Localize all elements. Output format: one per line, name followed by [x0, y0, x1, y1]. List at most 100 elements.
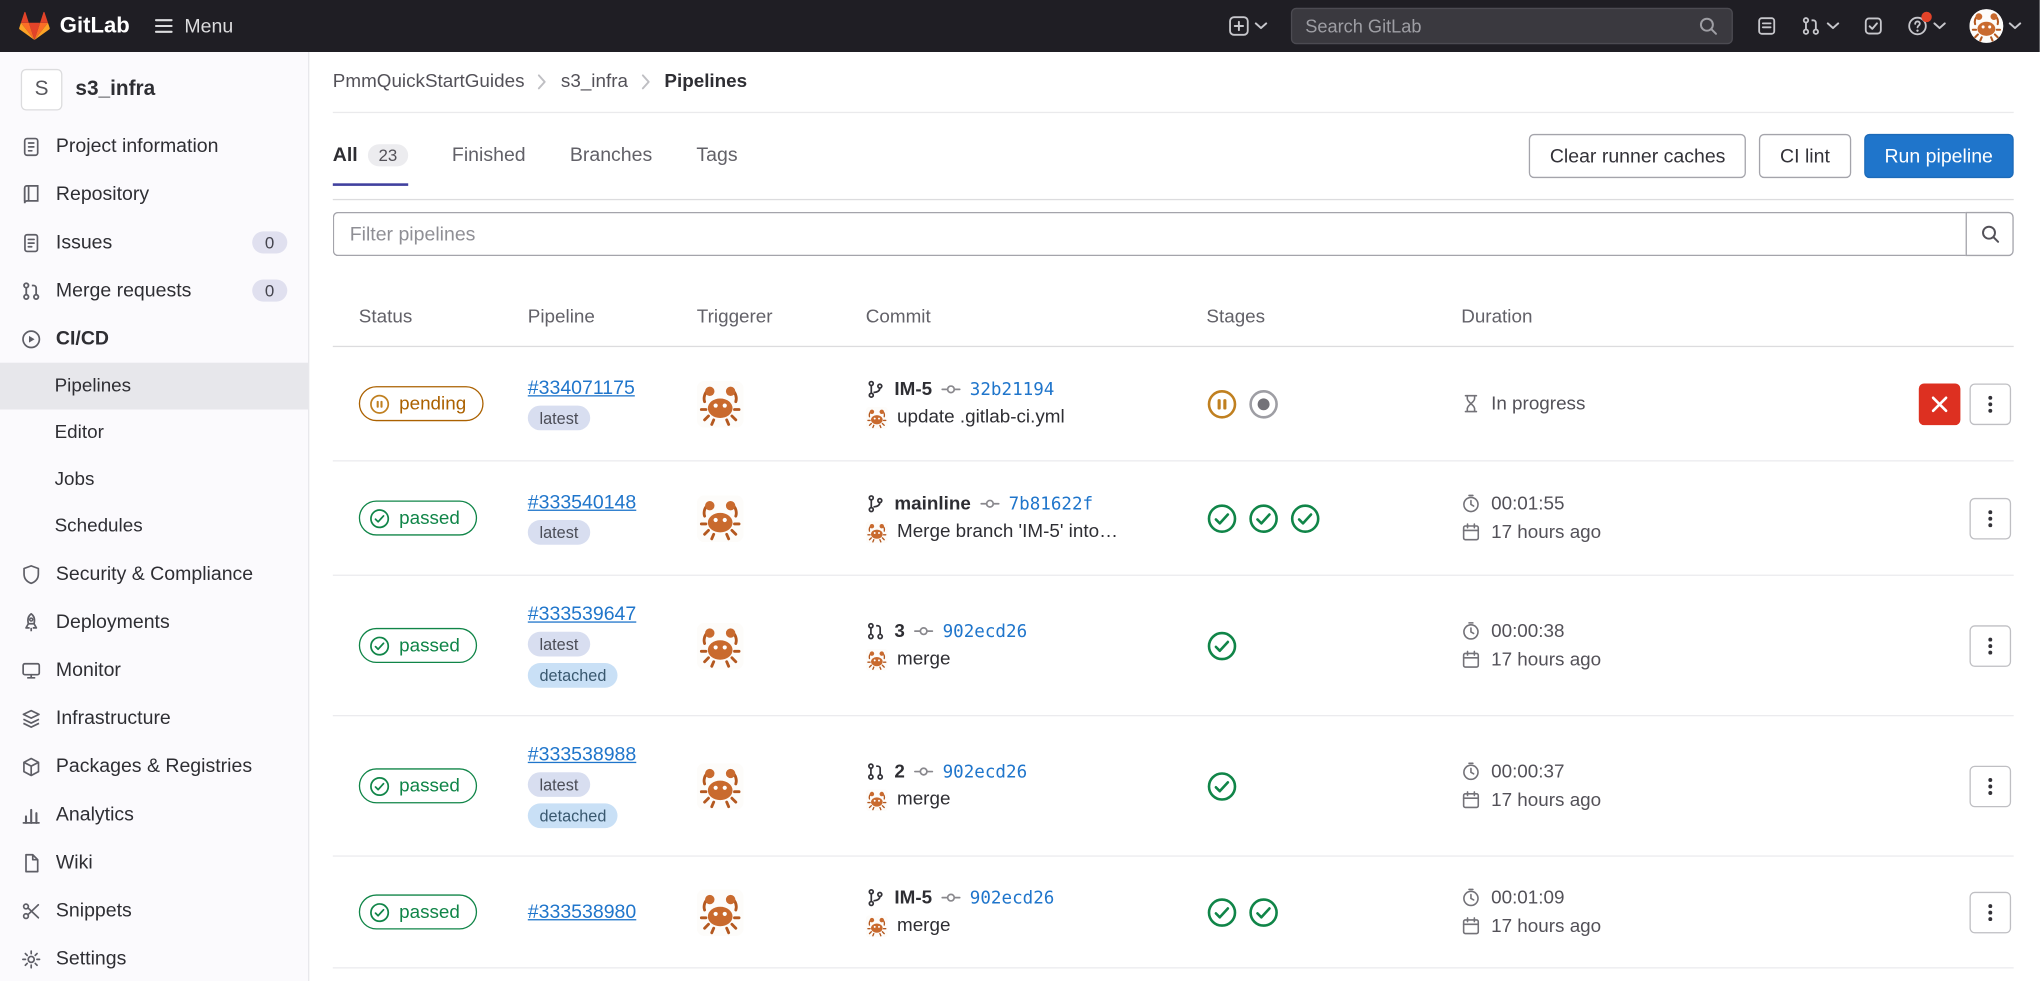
user-menu-button[interactable] — [1969, 9, 2021, 43]
sidebar-item-repository[interactable]: Repository — [0, 170, 308, 218]
sidebar-item-packages-registries[interactable]: Packages & Registries — [0, 742, 308, 790]
commit-message-link[interactable]: merge — [897, 789, 950, 810]
todos-button[interactable] — [1863, 16, 1884, 37]
sidebar-item-label: Infrastructure — [56, 707, 171, 729]
tab-tags[interactable]: Tags — [696, 126, 737, 186]
pipeline-link[interactable]: #334071175 — [528, 377, 635, 399]
commit-sha-link[interactable]: 7b81622f — [1009, 493, 1094, 514]
commit-author-avatar[interactable] — [866, 788, 888, 810]
project-context[interactable]: S s3_infra — [0, 52, 308, 122]
commit-sha-link[interactable]: 902ecd26 — [943, 621, 1028, 642]
status-badge-passed[interactable]: passed — [359, 628, 477, 663]
sidebar-item-jobs[interactable]: Jobs — [0, 456, 308, 503]
stage-passed-icon[interactable] — [1206, 502, 1237, 533]
sidebar-item-editor[interactable]: Editor — [0, 410, 308, 457]
stage-passed-icon[interactable] — [1206, 896, 1237, 927]
filter-search-button[interactable] — [1966, 212, 2014, 256]
stage-passed-icon[interactable] — [1248, 896, 1279, 927]
pipeline-kebab-button[interactable] — [1969, 765, 2011, 807]
sidebar-item-settings[interactable]: Settings — [0, 935, 308, 981]
sidebar-item-schedules[interactable]: Schedules — [0, 503, 308, 550]
sidebar-item-analytics[interactable]: Analytics — [0, 790, 308, 838]
sidebar-item-cicd[interactable]: CI/CD — [0, 315, 308, 363]
run-pipeline-button[interactable]: Run pipeline — [1864, 134, 2014, 178]
pipeline-kebab-button[interactable] — [1969, 383, 2011, 425]
status-badge-passed[interactable]: passed — [359, 768, 477, 803]
sidebar-item-wiki[interactable]: Wiki — [0, 838, 308, 886]
sidebar-item-infrastructure[interactable]: Infrastructure — [0, 694, 308, 742]
ref-link[interactable]: IM-5 — [894, 887, 932, 908]
help-button[interactable] — [1907, 16, 1946, 37]
ref-link[interactable]: mainline — [894, 493, 970, 514]
main-content: PmmQuickStartGuides s3_infra Pipelines A… — [309, 52, 2039, 981]
merge-requests-button[interactable] — [1800, 16, 1839, 37]
pipeline-link[interactable]: #333538988 — [528, 744, 636, 766]
commit-sha-link[interactable]: 902ecd26 — [943, 761, 1028, 782]
sidebar-item-snippets[interactable]: Snippets — [0, 887, 308, 935]
tab-finished[interactable]: Finished — [452, 126, 526, 186]
status-badge-passed[interactable]: passed — [359, 500, 477, 535]
issues-button[interactable] — [1756, 16, 1777, 37]
ci-lint-button[interactable]: CI lint — [1759, 134, 1850, 178]
merge-request-icon — [866, 621, 886, 641]
pipeline-link[interactable]: #333540148 — [528, 491, 636, 513]
commit-author-avatar[interactable] — [866, 648, 888, 670]
sidebar-item-issues[interactable]: Issues 0 — [0, 218, 308, 266]
filter-pipelines-input[interactable] — [333, 212, 1966, 256]
stage-passed-icon[interactable] — [1206, 630, 1237, 661]
ref-link[interactable]: 2 — [894, 761, 905, 782]
commit-message-link[interactable]: Merge branch 'IM-5' into… — [897, 521, 1118, 542]
pipeline-link[interactable]: #333538980 — [528, 901, 636, 923]
gitlab-home-link[interactable]: GitLab — [18, 10, 130, 41]
ref-link[interactable]: IM-5 — [894, 379, 932, 400]
tab-all[interactable]: All 23 — [333, 126, 408, 186]
pipeline-link[interactable]: #333539647 — [528, 603, 636, 625]
commit-message-link[interactable]: merge — [897, 649, 950, 670]
sidebar-item-security-compliance[interactable]: Security & Compliance — [0, 550, 308, 598]
chevron-right-icon — [538, 74, 548, 90]
pipeline-kebab-button[interactable] — [1969, 497, 2011, 539]
commit-message-link[interactable]: update .gitlab-ci.yml — [897, 407, 1065, 428]
sidebar-item-monitor[interactable]: Monitor — [0, 646, 308, 694]
triggerer-avatar[interactable] — [697, 380, 744, 427]
cancel-pipeline-button[interactable] — [1919, 383, 1961, 425]
commit-sha-link[interactable]: 902ecd26 — [970, 887, 1055, 908]
stage-created-icon[interactable] — [1248, 388, 1279, 419]
tab-branches[interactable]: Branches — [570, 126, 652, 186]
duration-time: 00:01:09 — [1491, 887, 1564, 908]
triggerer-avatar[interactable] — [697, 762, 744, 809]
sidebar-item-label: CI/CD — [56, 328, 109, 350]
breadcrumb: PmmQuickStartGuides s3_infra Pipelines — [333, 52, 2014, 113]
pipeline-kebab-button[interactable] — [1969, 625, 2011, 667]
sidebar-item-label: Snippets — [56, 900, 132, 922]
triggerer-avatar[interactable] — [697, 495, 744, 542]
new-menu-button[interactable] — [1229, 16, 1268, 37]
status-badge-pending[interactable]: pending — [359, 386, 483, 421]
commit-author-avatar[interactable] — [866, 406, 888, 428]
stage-pending-icon[interactable] — [1206, 388, 1237, 419]
stage-passed-icon[interactable] — [1290, 502, 1321, 533]
ref-link[interactable]: 3 — [894, 621, 905, 642]
clear-runner-caches-button[interactable]: Clear runner caches — [1529, 134, 1746, 178]
stage-passed-icon[interactable] — [1206, 770, 1237, 801]
triggerer-avatar[interactable] — [697, 889, 744, 936]
sidebar-item-deployments[interactable]: Deployments — [0, 598, 308, 646]
stage-passed-icon[interactable] — [1248, 502, 1279, 533]
breadcrumb-group-link[interactable]: PmmQuickStartGuides — [333, 72, 525, 93]
status-badge-passed[interactable]: passed — [359, 894, 477, 929]
chevron-down-icon — [1255, 22, 1268, 30]
commit-author-avatar[interactable] — [866, 521, 888, 543]
pipeline-kebab-button[interactable] — [1969, 891, 2011, 933]
commit-sha-link[interactable]: 32b21194 — [970, 379, 1055, 400]
sidebar-item-project-information[interactable]: Project information — [0, 122, 308, 170]
global-search-input[interactable] — [1305, 16, 1687, 37]
commit-author-avatar[interactable] — [866, 915, 888, 937]
menu-button[interactable]: Menu — [153, 15, 233, 37]
sidebar-item-merge-requests[interactable]: Merge requests 0 — [0, 267, 308, 315]
breadcrumb-project-link[interactable]: s3_infra — [561, 72, 628, 93]
status-label: pending — [399, 393, 466, 414]
global-search[interactable] — [1291, 8, 1733, 44]
commit-message-link[interactable]: merge — [897, 915, 950, 936]
triggerer-avatar[interactable] — [697, 622, 744, 669]
sidebar-item-pipelines[interactable]: Pipelines — [0, 363, 308, 410]
